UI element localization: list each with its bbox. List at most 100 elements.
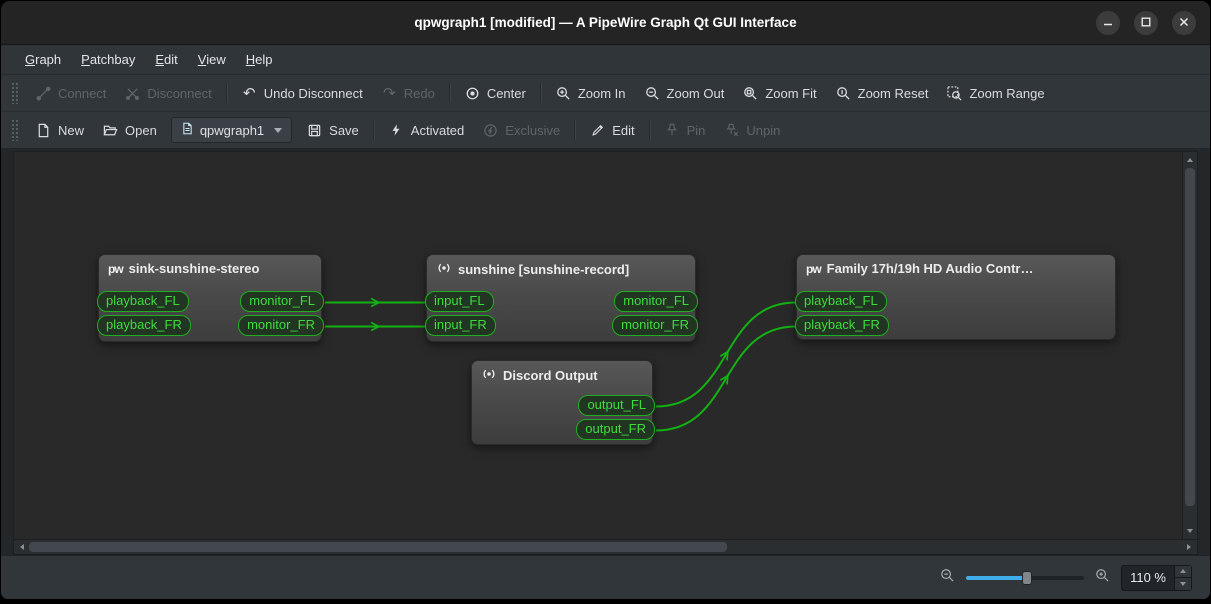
port-input-fl[interactable]: input_FL	[425, 291, 494, 312]
unpin-icon	[723, 122, 740, 139]
save-button[interactable]: Save	[297, 117, 368, 144]
spin-up-button[interactable]	[1175, 565, 1191, 578]
node-header: sunshine [sunshine-record]	[427, 255, 695, 282]
menu-help[interactable]: Help	[236, 49, 283, 70]
redo-label: Redo	[403, 85, 435, 101]
unpin-label: Unpin	[746, 122, 781, 138]
node-sunshine-record[interactable]: sunshine [sunshine-record] input_FL inpu…	[425, 254, 698, 342]
edit-label: Edit	[612, 122, 635, 138]
zoom-slider[interactable]	[966, 569, 1085, 587]
redo-button[interactable]: ↷ Redo	[372, 80, 444, 107]
open-folder-icon	[102, 122, 119, 139]
zoom-spinbox[interactable]: 110 %	[1121, 564, 1192, 591]
activated-bolt-icon	[388, 122, 405, 139]
port-monitor-fr[interactable]: monitor_FR	[238, 315, 324, 336]
close-button[interactable]	[1172, 10, 1196, 35]
exclusive-button[interactable]: Exclusive	[473, 117, 569, 144]
connect-button[interactable]: Connect	[26, 80, 115, 107]
menu-graph[interactable]: Graph	[15, 49, 71, 70]
activated-button[interactable]: Activated	[379, 117, 473, 144]
zoom-in-magnifier-icon	[1095, 568, 1110, 588]
zoom-slider-thumb[interactable]	[1022, 570, 1033, 585]
maximize-button[interactable]	[1134, 10, 1158, 35]
vertical-scrollbar-thumb[interactable]	[1185, 168, 1195, 506]
center-icon	[464, 85, 481, 102]
new-label: New	[58, 122, 85, 138]
port-playback-fl[interactable]: playback_FL	[97, 291, 189, 312]
menu-edit[interactable]: Edit	[145, 49, 187, 70]
port-monitor-fl[interactable]: monitor_FL	[240, 291, 324, 312]
session-file-icon	[181, 122, 194, 138]
zoom-fit-icon	[742, 85, 759, 102]
node-header: pw Family 17h/19h HD Audio Contr…	[797, 255, 1115, 280]
toolbar-separator	[539, 83, 541, 103]
pipewire-icon: pw	[806, 261, 822, 276]
node-header: pw sink-sunshine-stereo	[99, 255, 321, 280]
toolbar-grip[interactable]	[11, 82, 18, 104]
port-output-fl[interactable]: output_FL	[578, 395, 655, 416]
node-title: Family 17h/19h HD Audio Contr…	[826, 261, 1034, 276]
unpin-button[interactable]: Unpin	[714, 117, 789, 144]
disconnect-icon	[124, 85, 141, 102]
node-title: sunshine [sunshine-record]	[458, 262, 630, 277]
menubar: Graph Patchbay Edit View Help	[1, 45, 1210, 75]
port-monitor-fl[interactable]: monitor_FL	[614, 291, 698, 312]
zoom-reset-icon	[835, 85, 852, 102]
scroll-down-arrow-icon[interactable]	[1183, 525, 1197, 537]
undo-button[interactable]: ↶ Undo Disconnect	[232, 80, 372, 107]
minimize-button[interactable]	[1096, 10, 1120, 35]
zoom-in-button[interactable]: Zoom In	[546, 80, 635, 107]
node-sink-sunshine-stereo[interactable]: pw sink-sunshine-stereo playback_FL play…	[97, 254, 324, 342]
toolbar-separator	[648, 120, 650, 140]
menu-patchbay[interactable]: Patchbay	[71, 49, 145, 70]
port-playback-fr[interactable]: playback_FR	[97, 315, 191, 336]
center-label: Center	[486, 85, 526, 101]
port-playback-fr[interactable]: playback_FR	[795, 315, 889, 336]
scroll-left-arrow-icon[interactable]	[16, 540, 28, 554]
qpwgraph-window: qpwgraph1 [modified] — A PipeWire Graph …	[0, 0, 1211, 600]
new-button[interactable]: New	[26, 117, 93, 144]
zoom-range-label: Zoom Range	[969, 85, 1045, 101]
toolbar-separator	[574, 120, 576, 140]
menu-view[interactable]: View	[188, 49, 236, 70]
port-playback-fl[interactable]: playback_FL	[795, 291, 887, 312]
open-label: Open	[125, 122, 157, 138]
disconnect-button[interactable]: Disconnect	[115, 80, 220, 107]
toolbar-grip[interactable]	[11, 119, 18, 141]
open-button[interactable]: Open	[93, 117, 166, 144]
port-monitor-fr[interactable]: monitor_FR	[612, 315, 698, 336]
session-name: qpwgraph1	[199, 122, 265, 138]
port-output-fr[interactable]: output_FR	[576, 419, 655, 440]
zoom-fit-button[interactable]: Zoom Fit	[733, 80, 825, 107]
node-title: Discord Output	[503, 368, 598, 383]
titlebar[interactable]: qpwgraph1 [modified] — A PipeWire Graph …	[1, 1, 1210, 45]
scroll-up-arrow-icon[interactable]	[1183, 154, 1197, 166]
center-button[interactable]: Center	[455, 80, 535, 107]
session-combobox[interactable]: qpwgraph1	[170, 117, 293, 143]
edit-button[interactable]: Edit	[580, 117, 643, 144]
stream-icon	[481, 367, 497, 384]
spin-down-button[interactable]	[1175, 578, 1191, 590]
zoom-in-icon	[555, 85, 572, 102]
statusbar: 110 %	[1, 555, 1210, 599]
port-input-fr[interactable]: input_FR	[425, 315, 496, 336]
zoom-out-magnifier-icon	[940, 568, 955, 588]
pin-button[interactable]: Pin	[655, 117, 715, 144]
horizontal-scrollbar-thumb[interactable]	[29, 542, 727, 552]
horizontal-scrollbar[interactable]	[13, 540, 1198, 555]
minimize-icon	[1103, 14, 1113, 32]
pin-icon	[664, 122, 681, 139]
node-discord-output[interactable]: Discord Output output_FL output_FR	[471, 360, 655, 445]
zoom-out-button[interactable]: Zoom Out	[635, 80, 734, 107]
vertical-scrollbar[interactable]	[1183, 151, 1198, 540]
scroll-right-arrow-icon[interactable]	[1183, 540, 1195, 554]
node-family-hd-audio[interactable]: pw Family 17h/19h HD Audio Contr… playba…	[795, 254, 1116, 340]
toolbar-separator	[448, 83, 450, 103]
graph-canvas[interactable]: pw sink-sunshine-stereo playback_FL play…	[13, 151, 1183, 540]
zoom-range-button[interactable]: Zoom Range	[937, 80, 1053, 107]
save-label: Save	[329, 122, 359, 138]
zoom-reset-button[interactable]: Zoom Reset	[826, 80, 938, 107]
pipewire-icon: pw	[108, 261, 124, 276]
disconnect-label: Disconnect	[147, 85, 212, 101]
toolbar-graph: Connect Disconnect ↶ Undo Disconnect ↷ R…	[1, 75, 1210, 112]
